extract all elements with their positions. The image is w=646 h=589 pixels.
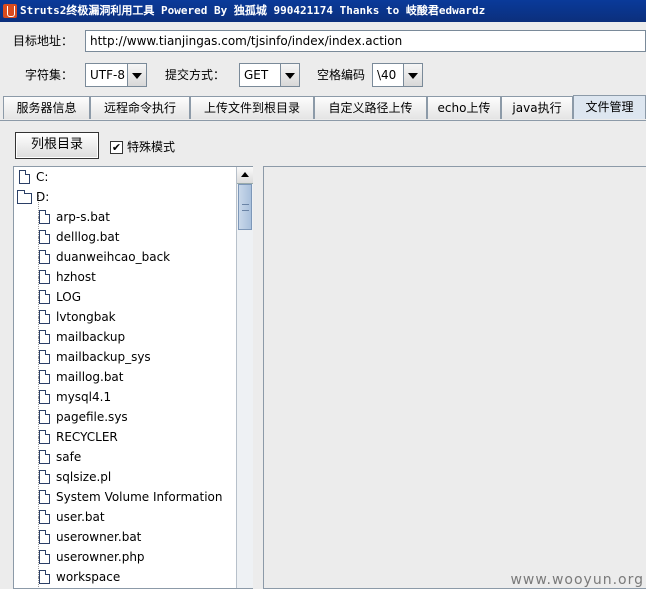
tree-item-label: workspace [56, 570, 121, 584]
window-title: Struts2终极漏洞利用工具 Powered By 独孤城 990421174… [20, 4, 486, 17]
tree-item-label: mailbackup_sys [56, 350, 151, 364]
chevron-down-icon[interactable] [127, 64, 146, 86]
tree-item-label: mailbackup [56, 330, 126, 344]
file-icon [39, 270, 50, 284]
file-icon [39, 210, 50, 224]
chevron-down-icon[interactable] [280, 64, 299, 86]
method-value: GET [244, 68, 269, 82]
tab-bar: 服务器信息 远程命令执行 上传文件到根目录 自定义路径上传 echo上传 jav… [3, 95, 646, 120]
charset-label: 字符集： [25, 68, 74, 82]
file-content-panel [263, 166, 646, 589]
tree-item-label: RECYCLER [56, 430, 118, 444]
method-select[interactable]: GET [239, 63, 300, 87]
scrollbar-thumb[interactable] [238, 184, 252, 230]
space-encoding-value: \40 [377, 68, 397, 82]
list-root-button[interactable]: 列根目录 [15, 132, 99, 159]
file-icon [39, 390, 50, 404]
file-icon [39, 530, 50, 544]
target-url-label: 目标地址： [13, 34, 74, 48]
file-icon [39, 430, 50, 444]
file-icon [39, 470, 50, 484]
file-icon [39, 510, 50, 524]
folder-open-icon [17, 190, 32, 204]
tree-item-label: userowner.bat [56, 530, 142, 544]
tree-item-label: maillog.bat [56, 370, 124, 384]
file-icon [39, 290, 50, 304]
file-icon [39, 450, 50, 464]
target-url-input[interactable]: http://www.tianjingas.com/tjsinfo/index/… [85, 30, 646, 52]
tab-custom-path-upload[interactable]: 自定义路径上传 [314, 96, 427, 119]
tree-item-label: mysql4.1 [56, 390, 112, 404]
tree-item-label: arp-s.bat [56, 210, 110, 224]
tab-remote-command[interactable]: 远程命令执行 [90, 96, 190, 119]
file-icon [39, 490, 50, 504]
file-icon [39, 310, 50, 324]
file-icon [39, 250, 50, 264]
tree-item-label: lvtongbak [56, 310, 116, 324]
tree-scrollbar[interactable] [236, 167, 253, 588]
tree-item-label: duanweihcao_back [56, 250, 171, 264]
tab-server-info[interactable]: 服务器信息 [3, 96, 90, 119]
tree-item-label: D: [36, 190, 50, 204]
method-label: 提交方式： [165, 68, 226, 82]
charset-select[interactable]: UTF-8 [85, 63, 147, 87]
chevron-down-icon[interactable] [403, 64, 422, 86]
tree-item-label: sqlsize.pl [56, 470, 112, 484]
tab-upload-root[interactable]: 上传文件到根目录 [190, 96, 314, 119]
file-icon [39, 550, 50, 564]
tab-file-manager[interactable]: 文件管理 [573, 95, 646, 119]
file-icon [39, 330, 50, 344]
tab-java-exec[interactable]: java执行 [501, 96, 573, 119]
file-icon [39, 230, 50, 244]
special-mode-label: 特殊模式 [127, 140, 176, 154]
file-icon [39, 410, 50, 424]
tree-item-label: C: [36, 170, 49, 184]
file-icon [39, 370, 50, 384]
window-titlebar: Struts2终极漏洞利用工具 Powered By 独孤城 990421174… [0, 0, 646, 22]
file-icon [39, 570, 50, 584]
tree-item-label: LOG [56, 290, 82, 304]
special-mode-checkbox[interactable]: ✔ [110, 141, 123, 154]
space-encoding-label: 空格编码 [317, 68, 366, 82]
file-icon [39, 350, 50, 364]
tab-divider [0, 120, 646, 121]
charset-value: UTF-8 [90, 68, 125, 82]
tree-item-label: System Volume Information [56, 490, 223, 504]
tree-item-label: user.bat [56, 510, 105, 524]
file-icon [19, 170, 30, 184]
watermark: www.wooyun.org [510, 572, 644, 588]
java-app-icon [3, 4, 17, 18]
tree-item-label: pagefile.sys [56, 410, 128, 424]
space-encoding-select[interactable]: \40 [372, 63, 423, 87]
tree-item-label: delllog.bat [56, 230, 120, 244]
tree-item-label: hzhost [56, 270, 96, 284]
tab-echo-upload[interactable]: echo上传 [427, 96, 501, 119]
scroll-up-arrow-icon[interactable] [237, 167, 253, 184]
tree-item-label: userowner.php [56, 550, 145, 564]
tree-item-label: safe [56, 450, 82, 464]
file-tree[interactable]: C: D: arp-s.bat delllog.bat duanweihcao_ba… [13, 166, 253, 589]
